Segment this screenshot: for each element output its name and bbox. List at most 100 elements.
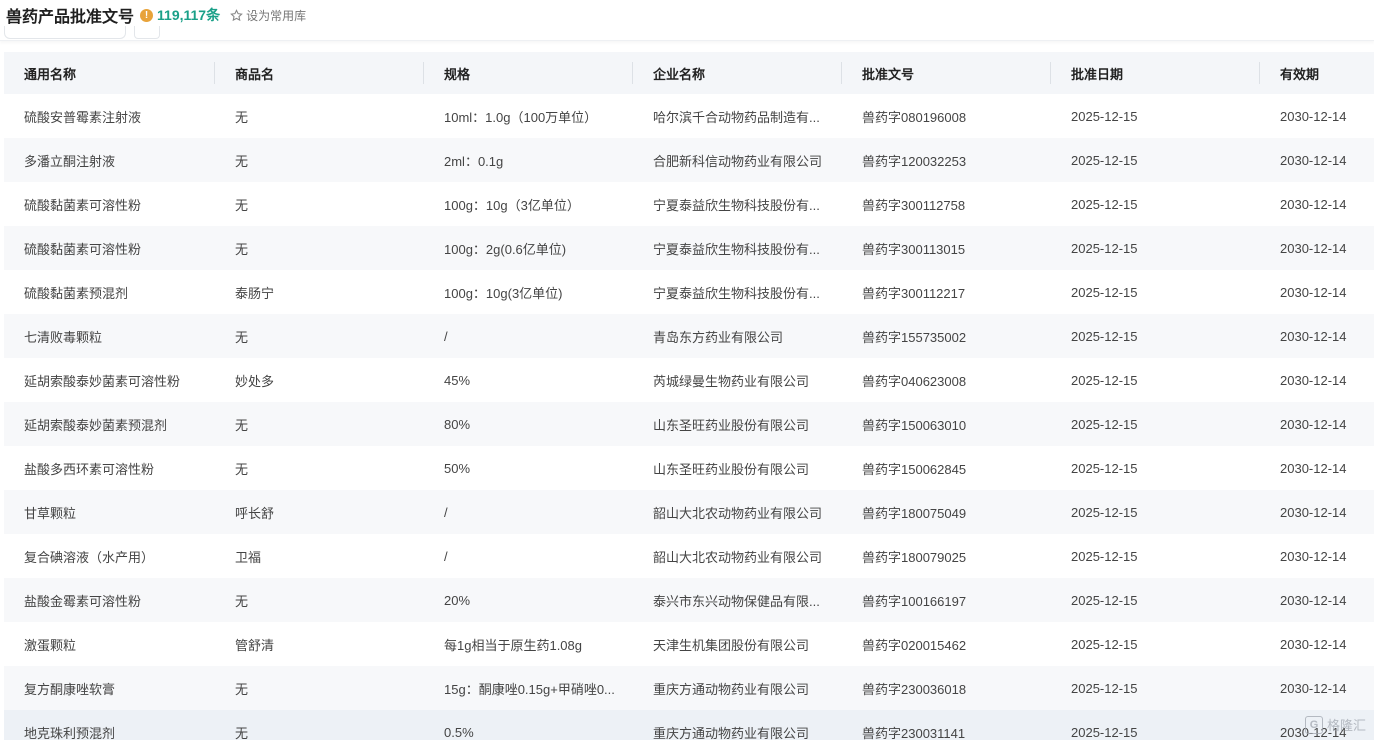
table-cell: 兽药字150062845 [862,461,967,477]
table-cell: 管舒清 [235,637,275,653]
table-cell: 100g：2g(0.6亿单位) [424,226,633,270]
table-cell: 2025-12-15 [1071,284,1138,300]
star-icon [230,8,243,22]
table-cell: 2030-12-14 [1280,196,1347,212]
table-cell: 无 [235,197,249,213]
table-cell: 0.5% [424,710,633,740]
table-cell: 兽药字230031141 [842,710,1051,740]
table-cell: 硫酸黏菌素可溶性粉 [24,197,142,213]
table-cell: 2030-12-14 [1260,314,1374,358]
column-header[interactable]: 规格 [424,52,633,94]
table-cell: 20% [424,578,633,622]
watermark-logo-icon: G [1304,715,1323,734]
table-cell: 10ml：1.0g（100万单位） [444,109,598,125]
table-cell: 2025-12-15 [1051,490,1260,534]
table-row[interactable]: 地克珠利预混剂无 0.5% 重庆方通动物药业有限公司 兽药字230031141 2025… [4,710,1374,740]
table-cell: 兽药字230036018 [842,666,1051,710]
table-cell: 硫酸安普霉素注射液 [24,109,142,125]
table-row[interactable]: 盐酸金霉素可溶性粉无 20% 泰兴市东兴动物保健品有限... 兽药字100166197… [4,578,1374,622]
table-cell: 2025-12-15 [1071,460,1138,476]
table-cell: 兽药字300112758 [862,197,966,213]
table-cell: 每1g相当于原生药1.08g [444,637,582,653]
table-cell: 2030-12-14 [1280,284,1347,300]
table-cell: 兽药字020015462 [862,637,967,653]
filter-dropdown[interactable] [4,26,126,39]
table-cell: 2025-12-15 [1071,196,1138,212]
table-cell: 宁夏泰益欣生物科技股份有... [653,197,820,213]
table-cell: 天津生机集团股份有限公司 [653,637,810,653]
table-row[interactable]: 甘草颗粒 呼长舒 / 韶山大北农动物药业有限公司 兽药字180075049 2025-12… [4,490,1374,534]
table-cell: 兽药字300112217 [862,285,966,301]
table-cell: 七清败毒颗粒 [4,314,215,358]
table-cell: 无 [215,138,424,182]
table-cell: 2025-12-15 [1051,666,1260,710]
column-header[interactable]: 商品名 [215,52,424,94]
watermark-text: 格隆汇 [1326,718,1366,733]
table-row[interactable]: 激蛋颗粒 管舒清 每1g相当于原生药1.08g 天津生机集团股份有限公司 兽药字0200… [4,622,1374,666]
table-cell: 2030-12-14 [1280,372,1347,388]
table-cell: 兽药字300113015 [842,226,1051,270]
column-header[interactable]: 企业名称 [633,52,842,94]
table-cell: 妙处多 [235,373,275,389]
table-cell: 泰兴市东兴动物保健品有限... [633,578,842,622]
table-row[interactable]: 硫酸黏菌素预混剂 泰肠宁 100g：10g(3亿单位) 宁夏泰益欣生物科技股份有...… [4,270,1374,314]
table-row[interactable]: 七清败毒颗粒无 / 青岛东方药业有限公司 兽药字155735002 2025-12-15… [4,314,1374,358]
table-cell: 卫福 [235,549,262,565]
table-row[interactable]: 复方酮康唑软膏无 15g：酮康唑0.15g+甲硝唑0... 重庆方通动物药业有限公司… [4,666,1374,710]
table-cell: 甘草颗粒 [4,490,215,534]
table-cell: 2025-12-15 [1051,226,1260,270]
table-cell: 山东圣旺药业股份有限公司 [633,402,842,446]
table-cell: 重庆方通动物药业有限公司 [633,666,842,710]
table-cell: 兽药字180079025 [862,549,967,565]
results-table: 通用名称 商品名 规格 企业名称 批准文号 批准日期 有效期 硫酸安普霉素注射液… [4,52,1374,740]
table-cell: 45% [444,372,471,388]
table-cell: 2025-12-15 [1051,138,1260,182]
table-cell: 韶山大北农动物药业有限公司 [653,549,823,565]
table-cell: 无 [235,109,249,125]
table-cell: 复合碘溶液（水产用） [24,549,155,565]
table-row[interactable]: 延胡索酸泰妙菌素预混剂无 80% 山东圣旺药业股份有限公司 兽药字150063010 2… [4,402,1374,446]
table-cell: 2ml：0.1g [424,138,633,182]
table-cell: 2030-12-14 [1260,666,1374,710]
page-header: 兽药产品批准文号 ! 119,117条 设为常用库 [0,0,1374,30]
favorite-button[interactable]: 设为常用库 [230,7,306,24]
table-cell: 盐酸金霉素可溶性粉 [4,578,215,622]
column-header[interactable]: 批准日期 [1051,52,1260,94]
table-cell: 50% [444,460,471,476]
result-count: 119,117条 [157,7,221,23]
favorite-label: 设为常用库 [246,8,307,23]
table-cell: 合肥新科信动物药业有限公司 [633,138,842,182]
column-header[interactable]: 有效期 [1260,52,1374,94]
watermark: G 格隆汇 [1304,715,1366,734]
table-row[interactable]: 盐酸多西环素可溶性粉 无 50% 山东圣旺药业股份有限公司 兽药字150062845 20… [4,446,1374,490]
table-cell: 延胡索酸泰妙菌素可溶性粉 [24,373,181,389]
filter-toggle[interactable] [134,26,160,39]
info-icon[interactable]: ! [140,8,154,22]
table-cell: 兽药字040623008 [862,373,967,389]
table-cell: 兽药字120032253 [842,138,1051,182]
table-cell: 无 [215,666,424,710]
table-cell: 宁夏泰益欣生物科技股份有... [633,226,842,270]
table-cell: 2025-12-15 [1051,314,1260,358]
table-row[interactable]: 硫酸安普霉素注射液 无 10ml：1.0g（100万单位） 哈尔滨千合动物药品制造有.… [4,94,1374,138]
table-cell: 100g：10g（3亿单位） [444,197,580,213]
table-row[interactable]: 复合碘溶液（水产用） 卫福 / 韶山大北农动物药业有限公司 兽药字180079025 20… [4,534,1374,578]
column-header[interactable]: 通用名称 [4,52,215,94]
table-row[interactable]: 硫酸黏菌素可溶性粉无 100g：2g(0.6亿单位) 宁夏泰益欣生物科技股份有...… [4,226,1374,270]
table-cell: 韶山大北农动物药业有限公司 [633,490,842,534]
table-cell: 无 [235,461,249,477]
table-row[interactable]: 延胡索酸泰妙菌素可溶性粉 妙处多 45% 芮城绿曼生物药业有限公司 兽药字0406230… [4,358,1374,402]
table-cell: 2030-12-14 [1260,402,1374,446]
table-cell: 80% [424,402,633,446]
table-cell: 泰肠宁 [235,285,275,301]
table-cell: 硫酸黏菌素预混剂 [24,285,129,301]
table-cell: 兽药字180075049 [842,490,1051,534]
table-cell: 无 [215,710,424,740]
table-cell: / [424,314,633,358]
table-row[interactable]: 多潘立酮注射液无 2ml：0.1g 合肥新科信动物药业有限公司 兽药字12003225… [4,138,1374,182]
table-cell: 无 [215,226,424,270]
table-cell: 2025-12-15 [1051,710,1260,740]
table-row[interactable]: 硫酸黏菌素可溶性粉 无 100g：10g（3亿单位） 宁夏泰益欣生物科技股份有... 兽… [4,182,1374,226]
column-header[interactable]: 批准文号 [842,52,1051,94]
table-cell: 兽药字155735002 [842,314,1051,358]
